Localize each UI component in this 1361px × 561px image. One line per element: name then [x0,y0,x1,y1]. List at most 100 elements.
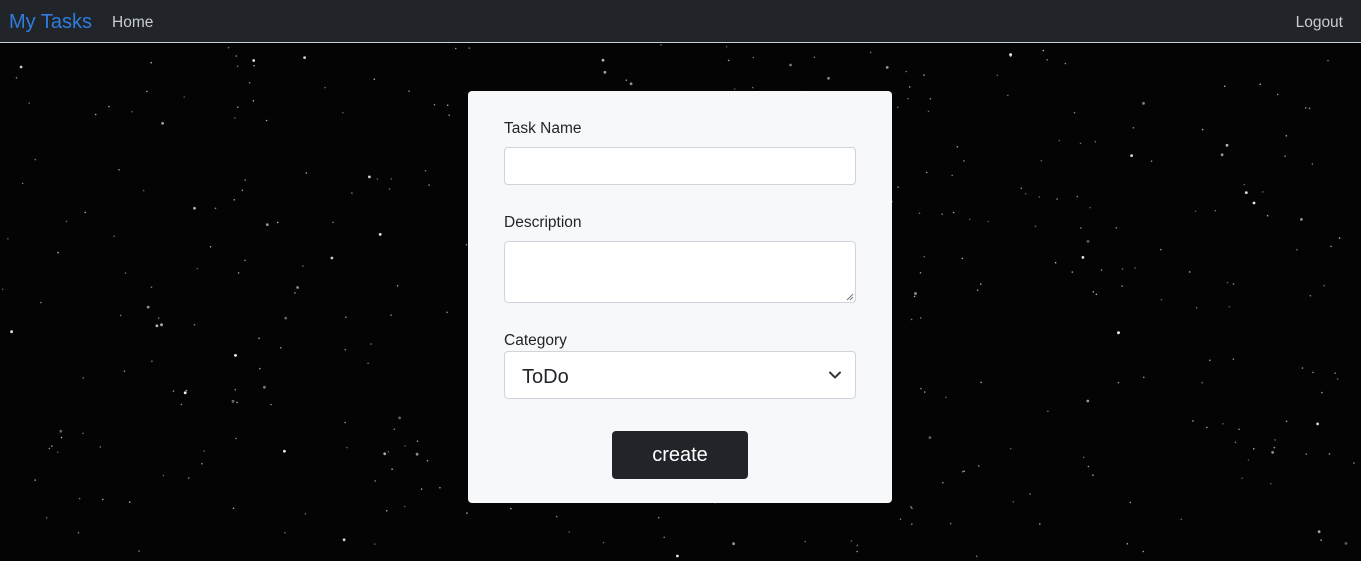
category-select[interactable]: ToDo [504,351,856,399]
star [1271,451,1274,454]
star [919,272,922,274]
star [856,544,859,547]
star [918,212,921,214]
star [214,207,217,210]
star [45,517,48,519]
star [146,305,150,309]
star [59,429,63,433]
star [196,267,199,270]
star [1234,441,1237,444]
star [1232,358,1235,360]
star [420,488,423,490]
star [1328,453,1331,455]
star [1039,523,1041,525]
star [370,343,372,345]
create-task-form: Task Name Description Category ToDo crea… [468,91,892,503]
star [138,550,140,552]
star [203,450,205,452]
star [510,507,512,510]
star [426,459,429,462]
star [1047,410,1049,413]
star [284,316,288,320]
star [1220,153,1224,157]
star [910,506,912,508]
star [390,314,392,316]
star [367,362,369,365]
star [234,117,236,119]
star [920,387,922,390]
star [454,47,457,50]
star [1312,371,1314,374]
star [1080,227,1082,229]
star [346,446,348,449]
star [663,536,665,539]
star [978,465,980,467]
star [976,289,979,291]
star [391,468,393,471]
star [201,462,203,465]
star [446,104,449,106]
star [408,90,410,92]
star [1201,128,1204,131]
star [1020,187,1023,190]
star [1100,269,1103,271]
description-textarea[interactable] [504,241,856,303]
star [1042,49,1045,52]
star [1071,271,1074,273]
star [324,86,326,89]
star [1009,447,1012,450]
star [378,233,382,236]
task-name-input[interactable] [504,147,856,185]
create-button[interactable]: create [612,431,748,479]
star [373,78,376,80]
star [951,174,953,177]
star [980,381,982,384]
star [963,160,965,162]
star [345,316,347,319]
star [155,324,159,328]
star [303,56,306,59]
resize-grip-icon[interactable] [846,293,854,301]
star [258,337,260,340]
star [1266,214,1269,217]
star [236,65,239,67]
star [1132,127,1135,129]
star [404,505,406,508]
star [907,97,909,100]
star [1087,465,1090,468]
star [276,221,279,224]
star [119,314,122,317]
star [234,388,237,391]
star [568,531,570,533]
star [804,540,806,543]
star [963,470,965,473]
star [34,479,36,481]
star [927,110,930,113]
star [161,121,165,125]
star [234,354,237,357]
nav-home-link[interactable]: Home [112,13,153,32]
star [911,523,913,525]
star [913,295,916,298]
star [1273,446,1276,449]
star [284,532,286,534]
nav-logout-link[interactable]: Logout [1296,13,1343,32]
star [1054,261,1057,264]
star [789,63,792,67]
star [232,507,235,510]
description-label: Description [504,214,582,231]
star [869,51,872,54]
star [209,246,212,248]
star [99,446,102,448]
star [897,186,899,188]
star [1073,111,1076,114]
star [1243,183,1245,186]
star [446,311,448,314]
star [856,550,858,553]
star [424,169,427,172]
star [1222,423,1224,425]
brand-link[interactable]: My Tasks [9,10,92,34]
star [1201,381,1203,384]
star [1344,542,1348,545]
star [1353,462,1355,464]
